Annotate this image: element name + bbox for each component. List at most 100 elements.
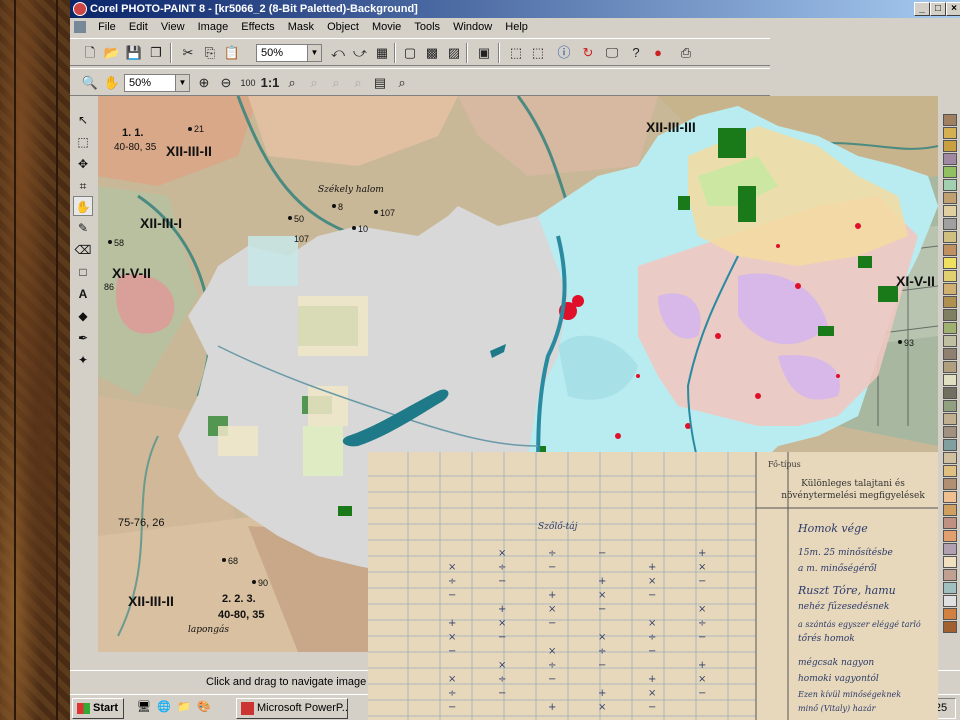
palette-swatch[interactable] bbox=[943, 322, 957, 334]
eraser-icon[interactable]: ⌫ bbox=[73, 240, 93, 260]
palette-swatch[interactable] bbox=[943, 335, 957, 347]
palette-swatch[interactable] bbox=[943, 231, 957, 243]
palette-swatch[interactable] bbox=[943, 491, 957, 503]
palette-swatch[interactable] bbox=[943, 517, 957, 529]
object-icon[interactable]: ▦ bbox=[372, 43, 392, 63]
invert-mask-icon[interactable]: ⬚ bbox=[528, 43, 548, 63]
menu-tools[interactable]: Tools bbox=[409, 18, 445, 36]
document-icon[interactable] bbox=[74, 21, 86, 33]
menu-object[interactable]: Object bbox=[322, 18, 364, 36]
palette-swatch[interactable] bbox=[943, 530, 957, 542]
apple-icon[interactable]: ● bbox=[648, 43, 668, 63]
mask-icon[interactable]: ▣ bbox=[474, 43, 494, 63]
palette-swatch[interactable] bbox=[943, 283, 957, 295]
mask-tool-icon[interactable]: ⬚ bbox=[73, 132, 93, 152]
palette-swatch[interactable] bbox=[943, 582, 957, 594]
palette-swatch[interactable] bbox=[943, 179, 957, 191]
eyedropper-icon[interactable]: ✎ bbox=[73, 218, 93, 238]
palette-swatch[interactable] bbox=[943, 439, 957, 451]
palette-swatch[interactable] bbox=[943, 426, 957, 438]
zoom-out-icon[interactable]: ⊖ bbox=[216, 73, 236, 93]
quicklaunch-paint-icon[interactable]: 🎨 bbox=[196, 699, 212, 715]
palette-swatch[interactable] bbox=[943, 465, 957, 477]
palette-swatch[interactable] bbox=[943, 556, 957, 568]
palette-swatch[interactable] bbox=[943, 270, 957, 282]
help-pointer-icon[interactable]: ? bbox=[626, 43, 646, 63]
minimize-button[interactable]: _ bbox=[914, 2, 930, 16]
start-button[interactable]: Start bbox=[72, 698, 124, 719]
palette-swatch[interactable] bbox=[943, 595, 957, 607]
effect-tool-icon[interactable]: ✦ bbox=[73, 350, 93, 370]
palette-swatch[interactable] bbox=[943, 140, 957, 152]
copy-icon[interactable]: ⎘ bbox=[200, 43, 220, 63]
navigator-icon[interactable]: ▤ bbox=[370, 73, 390, 93]
zoom-select[interactable]: 50% ▼ bbox=[256, 44, 322, 62]
palette-swatch[interactable] bbox=[943, 192, 957, 204]
palette-swatch[interactable] bbox=[943, 374, 957, 386]
palette-swatch[interactable] bbox=[943, 348, 957, 360]
palette-swatch[interactable] bbox=[943, 543, 957, 555]
undo-icon[interactable]: ⤺ bbox=[328, 43, 348, 63]
palette-swatch[interactable] bbox=[943, 309, 957, 321]
palette-swatch[interactable] bbox=[943, 205, 957, 217]
rect-mask-icon[interactable]: ⬚ bbox=[506, 43, 526, 63]
palette-swatch[interactable] bbox=[943, 452, 957, 464]
zoom-1-1-button[interactable]: 1:1 bbox=[260, 73, 280, 93]
task-powerpoint[interactable]: Microsoft PowerP... bbox=[236, 698, 348, 719]
palette-swatch[interactable] bbox=[943, 413, 957, 425]
redo-icon[interactable]: ⤻ bbox=[350, 43, 370, 63]
palette-swatch[interactable] bbox=[943, 166, 957, 178]
zoom-selection-icon[interactable]: ⌕ bbox=[392, 73, 412, 93]
palette-swatch[interactable] bbox=[943, 127, 957, 139]
palette-swatch[interactable] bbox=[943, 218, 957, 230]
zoom-100-icon[interactable]: 100 bbox=[238, 73, 258, 93]
title-bar[interactable]: Corel PHOTO-PAINT 8 - [kr5066_2 (8-Bit P… bbox=[70, 0, 960, 18]
palette-swatch[interactable] bbox=[943, 257, 957, 269]
menu-help[interactable]: Help bbox=[500, 18, 533, 36]
hand-tool-icon[interactable]: ✋ bbox=[102, 73, 122, 93]
menu-effects[interactable]: Effects bbox=[236, 18, 279, 36]
info-icon[interactable]: ⓘ bbox=[554, 43, 574, 63]
refresh-icon[interactable]: ↻ bbox=[578, 43, 598, 63]
menu-image[interactable]: Image bbox=[193, 18, 234, 36]
fill-tool-icon[interactable]: ◆ bbox=[73, 306, 93, 326]
palette-swatch[interactable] bbox=[943, 153, 957, 165]
save-icon[interactable]: 💾 bbox=[124, 43, 144, 63]
zoom-height-icon[interactable]: ⌕ bbox=[326, 73, 346, 93]
mask-transform-icon[interactable]: ✥ bbox=[73, 154, 93, 174]
zoom-tool-icon[interactable]: 🔍 bbox=[80, 73, 100, 93]
palette-swatch[interactable] bbox=[943, 296, 957, 308]
palette-swatch[interactable] bbox=[943, 361, 957, 373]
new-file-icon[interactable]: 🗋 bbox=[80, 43, 100, 63]
crop-tool-icon[interactable]: ⌗ bbox=[73, 176, 93, 196]
open-icon[interactable]: 📂 bbox=[102, 43, 122, 63]
menu-file[interactable]: File bbox=[93, 18, 121, 36]
palette-swatch[interactable] bbox=[943, 504, 957, 516]
print-icon[interactable]: ⎙ bbox=[676, 43, 696, 63]
zoom-in-icon[interactable]: ⊕ bbox=[194, 73, 214, 93]
quicklaunch-app-icon[interactable]: 📁 bbox=[176, 699, 192, 715]
frame-icon[interactable]: ▢ bbox=[400, 43, 420, 63]
hand-tool-icon[interactable]: ✋ bbox=[73, 196, 93, 216]
paint-tool-icon[interactable]: ✒ bbox=[73, 328, 93, 348]
text-tool-icon[interactable]: A bbox=[73, 284, 93, 304]
effect-icon[interactable]: ▩ bbox=[422, 43, 442, 63]
rectangle-tool-icon[interactable]: □ bbox=[73, 262, 93, 282]
menu-mask[interactable]: Mask bbox=[283, 18, 319, 36]
palette-swatch[interactable] bbox=[943, 244, 957, 256]
menu-edit[interactable]: Edit bbox=[124, 18, 153, 36]
palette-swatch[interactable] bbox=[943, 478, 957, 490]
pick-tool-icon[interactable]: ↖ bbox=[73, 110, 93, 130]
menu-movie[interactable]: Movie bbox=[367, 18, 406, 36]
paste-icon[interactable]: 📋 bbox=[222, 43, 242, 63]
quicklaunch-desktop-icon[interactable]: 🖥 bbox=[136, 699, 152, 715]
screen-icon[interactable]: 🖵 bbox=[602, 43, 622, 63]
menu-window[interactable]: Window bbox=[448, 18, 497, 36]
menu-view[interactable]: View bbox=[156, 18, 190, 36]
copy-doc-icon[interactable]: ❐ bbox=[146, 43, 166, 63]
close-button[interactable]: × bbox=[946, 2, 960, 16]
maximize-button[interactable]: □ bbox=[930, 2, 946, 16]
zoom-level-select[interactable]: 50% ▼ bbox=[124, 74, 190, 92]
quicklaunch-browser-icon[interactable]: 🌐 bbox=[156, 699, 172, 715]
palette-swatch[interactable] bbox=[943, 621, 957, 633]
